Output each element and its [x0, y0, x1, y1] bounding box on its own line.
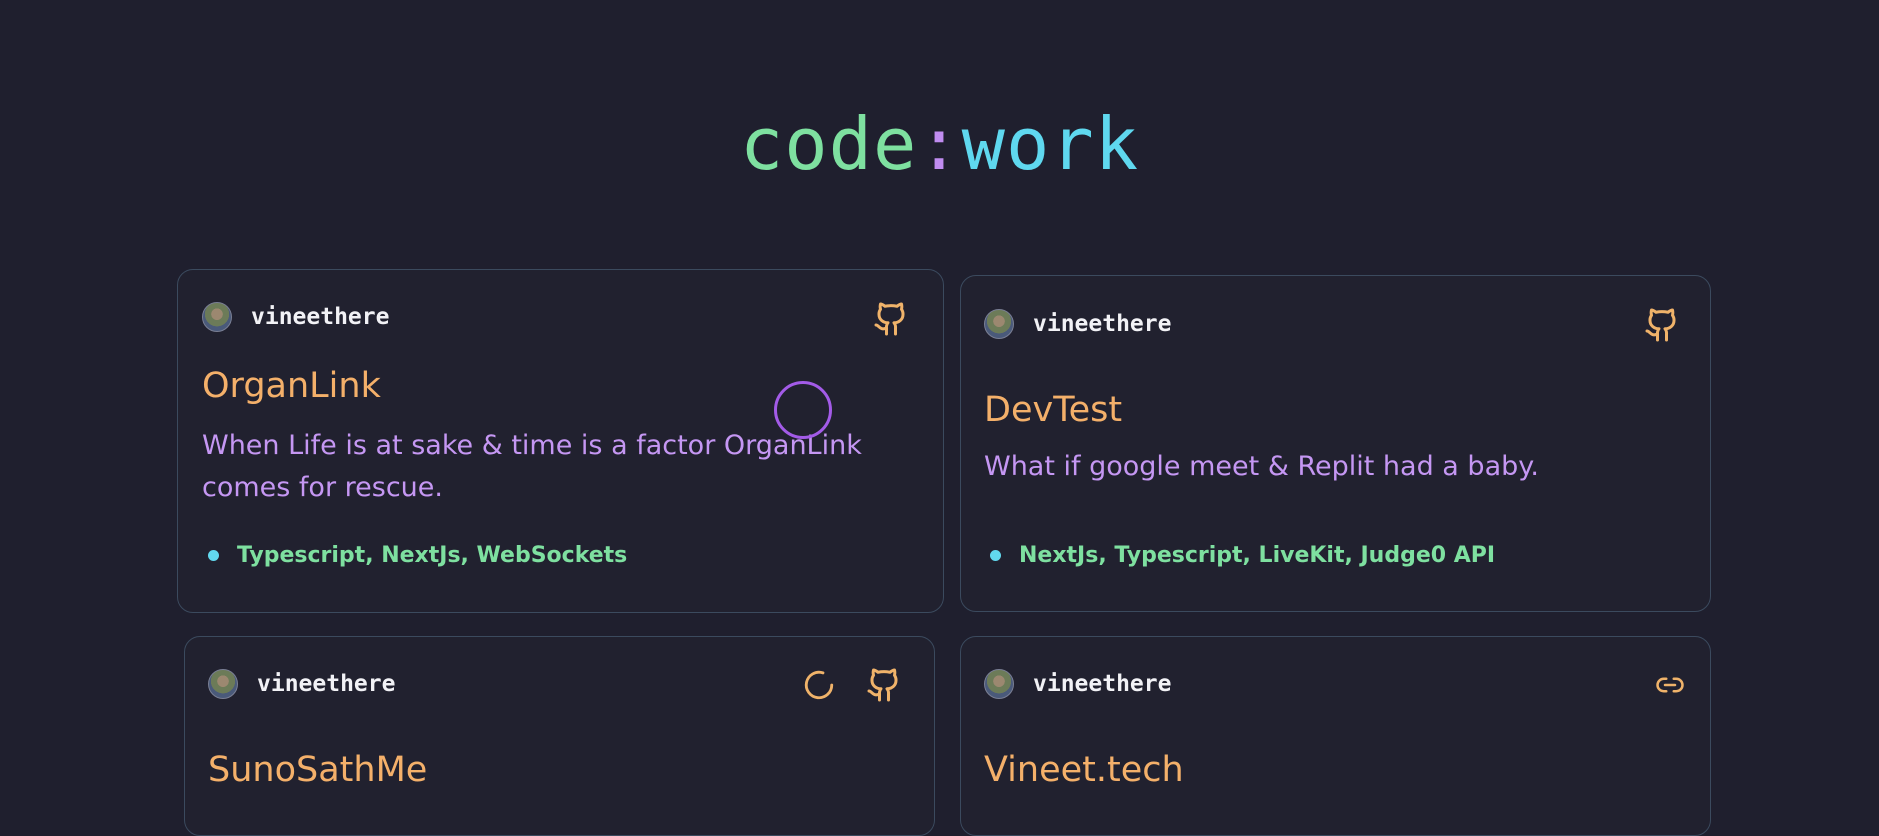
- project-card-devtest[interactable]: vineethere DevTest What if google meet &…: [960, 275, 1711, 612]
- page-title-part-colon: :: [917, 102, 962, 186]
- author-username: vineethere: [257, 671, 396, 697]
- project-links: [1644, 306, 1680, 348]
- project-title[interactable]: OrganLink: [202, 366, 381, 406]
- page-title-part-work: work: [961, 102, 1140, 186]
- project-author[interactable]: vineethere: [984, 309, 1171, 339]
- author-username: vineethere: [1033, 671, 1172, 697]
- project-links: [802, 666, 902, 708]
- tech-stack-text: Typescript, NextJs, WebSockets: [237, 543, 628, 568]
- tech-stack-text: NextJs, Typescript, LiveKit, Judge0 API: [1019, 543, 1496, 568]
- project-card-vineet-tech[interactable]: vineethere Vineet.tech: [960, 636, 1711, 836]
- page-title-part-code: code: [739, 102, 918, 186]
- project-title[interactable]: Vineet.tech: [984, 750, 1184, 790]
- project-card-sunosathme[interactable]: vineethere SunoSathMe: [184, 636, 935, 836]
- project-links: [873, 300, 909, 342]
- project-author[interactable]: vineethere: [208, 669, 395, 699]
- page-title: code:work: [0, 98, 1879, 190]
- link-icon[interactable]: [1652, 670, 1688, 704]
- author-username: vineethere: [1033, 311, 1172, 337]
- bullet-dot-icon: [990, 550, 1001, 561]
- project-title[interactable]: DevTest: [984, 390, 1122, 430]
- github-icon[interactable]: [1644, 306, 1680, 348]
- project-tech-stack: NextJs, Typescript, LiveKit, Judge0 API: [990, 543, 1495, 568]
- bullet-dot-icon: [208, 550, 219, 561]
- project-description: When Life is at sake & time is a factor …: [202, 430, 862, 503]
- author-username: vineethere: [251, 304, 390, 330]
- project-links: [1652, 670, 1688, 704]
- avatar: [202, 302, 232, 332]
- project-author[interactable]: vineethere: [202, 302, 389, 332]
- avatar: [984, 669, 1014, 699]
- avatar: [984, 309, 1014, 339]
- project-title[interactable]: SunoSathMe: [208, 750, 427, 790]
- loading-spinner-icon: [802, 668, 836, 706]
- avatar: [208, 669, 238, 699]
- github-icon[interactable]: [873, 300, 909, 342]
- github-icon[interactable]: [866, 666, 902, 708]
- project-card-organlink[interactable]: vineethere OrganLink When Life is at sak…: [177, 269, 944, 613]
- project-author[interactable]: vineethere: [984, 669, 1171, 699]
- project-tech-stack: Typescript, NextJs, WebSockets: [208, 543, 627, 568]
- project-description: What if google meet & Replit had a baby.: [984, 451, 1539, 482]
